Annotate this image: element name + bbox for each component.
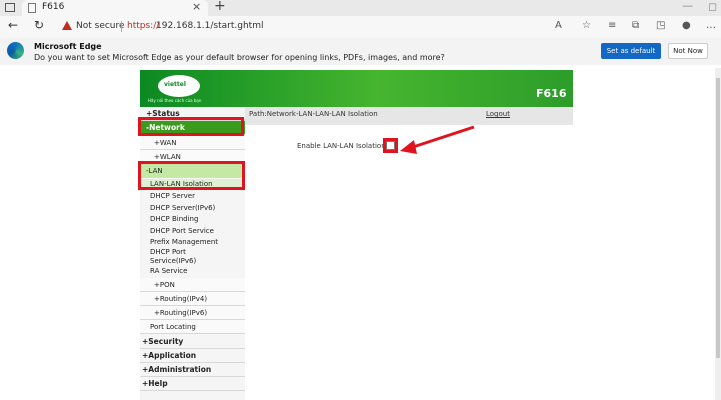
- page-scrollbar[interactable]: [715, 68, 721, 400]
- scrollbar-thumb[interactable]: [716, 78, 720, 358]
- arrow-head: [400, 140, 417, 154]
- browser-window: F616 × + — ◻ ← ↻ Not secure https:// 192…: [0, 0, 721, 400]
- annotation-arrow: [400, 125, 475, 154]
- arrow-shaft: [409, 125, 475, 150]
